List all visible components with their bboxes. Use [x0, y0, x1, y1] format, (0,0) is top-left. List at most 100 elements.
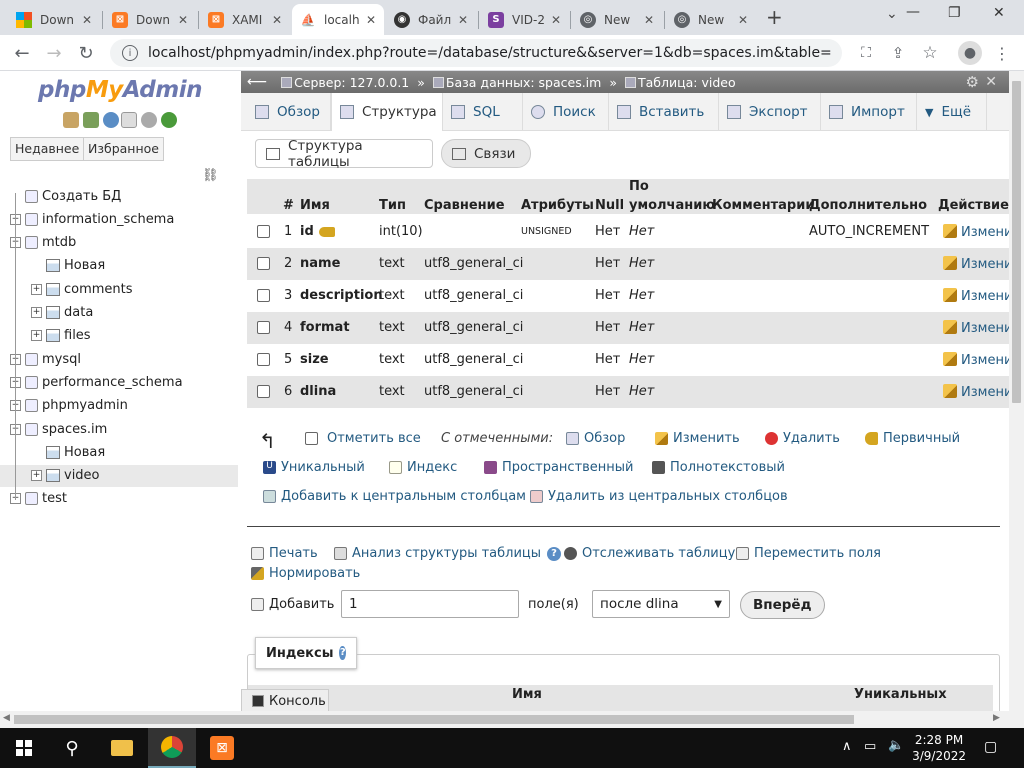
column-count-input[interactable]: 1 — [341, 590, 519, 618]
collapse-arrow-icon[interactable]: ⟵ — [247, 74, 267, 90]
close-icon[interactable]: ✕ — [985, 74, 997, 90]
back-icon[interactable]: ← — [10, 41, 34, 65]
row-checkbox[interactable] — [257, 321, 270, 334]
normalize-link[interactable]: Нормировать — [251, 566, 360, 581]
browser-tab[interactable]: ⊠ XAMI ✕ — [200, 4, 290, 35]
tree-item[interactable]: Новая — [0, 255, 238, 277]
tab-search[interactable]: Поиск — [523, 93, 609, 131]
change-column-link[interactable]: Измени — [943, 224, 1009, 240]
site-info-icon[interactable]: i — [122, 45, 138, 61]
close-tab-icon[interactable]: ✕ — [452, 13, 468, 27]
tree-item-label[interactable]: information_schema — [42, 212, 174, 227]
expand-icon[interactable]: + — [31, 330, 42, 342]
tab-import[interactable]: Импорт — [821, 93, 917, 131]
bulk-index-button[interactable]: Индекс — [389, 460, 457, 475]
change-column-link[interactable]: Измени — [943, 288, 1009, 304]
reload-icon[interactable]: ↻ — [74, 41, 98, 65]
track-table-link[interactable]: Отслеживать таблицу — [564, 546, 735, 561]
start-button[interactable] — [0, 728, 48, 768]
console-toggle[interactable]: Консоль — [241, 689, 329, 711]
url-bar[interactable]: i localhost/phpmyadmin/index.php?route=/… — [110, 39, 842, 67]
row-checkbox[interactable] — [257, 385, 270, 398]
profile-avatar[interactable]: ● — [958, 41, 982, 65]
bulk-change-button[interactable]: Изменить — [655, 431, 740, 446]
tree-item[interactable]: −mtdb — [0, 232, 238, 254]
horizontal-scrollbar[interactable]: ◀ ▶ — [0, 711, 1024, 728]
browser-tab[interactable]: Down ✕ — [8, 4, 100, 35]
browser-tab-active[interactable]: ⛵ localh ✕ — [292, 4, 384, 35]
tree-item-label[interactable]: comments — [64, 282, 133, 297]
browser-tab[interactable]: ◎ New ✕ — [666, 4, 756, 35]
tree-item[interactable]: Новая — [0, 441, 238, 463]
go-button[interactable]: Вперёд — [740, 591, 825, 619]
tree-item[interactable]: + video — [0, 464, 238, 487]
bulk-unique-button[interactable]: U Уникальный — [263, 460, 365, 475]
tab-search-icon[interactable]: ⌄ — [886, 6, 898, 22]
tree-item-label[interactable]: Новая — [64, 445, 105, 460]
browser-tab[interactable]: ◎ New ✕ — [572, 4, 662, 35]
settings-gear-icon[interactable] — [141, 112, 157, 128]
xampp-taskbar-icon[interactable]: ⊠ — [198, 728, 246, 768]
bookmark-star-icon[interactable]: ☆ — [918, 41, 942, 65]
menu-kebab-icon[interactable]: ⋮ — [990, 41, 1014, 65]
close-tab-icon[interactable]: ✕ — [76, 13, 92, 27]
close-tab-icon[interactable]: ✕ — [545, 13, 561, 27]
change-column-link[interactable]: Измени — [943, 256, 1009, 272]
tree-item-label[interactable]: Новая — [64, 258, 105, 273]
bulk-primary-button[interactable]: Первичный — [865, 431, 960, 446]
link-icon[interactable]: ⛓ — [202, 168, 219, 183]
tray-chevron-icon[interactable]: ∧ — [842, 739, 852, 754]
browser-tab[interactable]: ⊠ Down ✕ — [104, 4, 196, 35]
tab-sql[interactable]: SQL — [443, 93, 523, 131]
minimize-button[interactable]: — — [906, 4, 920, 20]
tree-item-label[interactable]: data — [64, 305, 93, 320]
tree-item[interactable]: +phpmyadmin — [0, 395, 238, 417]
logout-icon[interactable] — [83, 112, 99, 128]
help-icon[interactable]: ? — [339, 646, 346, 660]
close-tab-icon[interactable]: ✕ — [360, 13, 376, 27]
check-all-label[interactable]: Отметить все — [327, 431, 421, 446]
volume-icon[interactable]: 🔈 — [888, 738, 904, 753]
expand-icon[interactable]: + — [31, 283, 42, 295]
network-icon[interactable]: ▭ — [864, 739, 876, 754]
bulk-drop-button[interactable]: Удалить — [765, 431, 840, 446]
scroll-left-icon[interactable]: ◀ — [3, 713, 10, 723]
indexes-toggle[interactable]: Индексы? — [255, 637, 357, 669]
crumb-table[interactable]: Таблица: video — [624, 75, 736, 90]
scroll-right-icon[interactable]: ▶ — [993, 713, 1000, 723]
checkbox[interactable] — [305, 432, 318, 445]
tab-more[interactable]: ▼ Ещё — [917, 93, 987, 131]
docs-icon[interactable] — [121, 112, 137, 128]
bulk-spatial-button[interactable]: Пространственный — [484, 460, 634, 475]
tree-item-label[interactable]: files — [64, 328, 91, 343]
subtab-relations[interactable]: Связи — [441, 139, 531, 168]
expand-icon[interactable]: + — [31, 307, 42, 318]
help-icon[interactable] — [103, 112, 119, 128]
favorites-tab[interactable]: Избранное — [83, 137, 164, 161]
tree-item[interactable]: + files — [0, 325, 238, 347]
scroll-thumb[interactable] — [1012, 81, 1021, 403]
forward-icon[interactable]: → — [42, 41, 66, 65]
tab-browse[interactable]: Обзор — [247, 93, 331, 131]
crumb-server[interactable]: Сервер: 127.0.0.1 — [281, 75, 409, 90]
close-tab-icon[interactable]: ✕ — [638, 13, 654, 27]
change-column-link[interactable]: Измени — [943, 384, 1009, 400]
add-central-columns-button[interactable]: Добавить к центральным столбцам — [263, 489, 526, 504]
tree-item[interactable]: +test — [0, 488, 238, 510]
row-checkbox[interactable] — [257, 289, 270, 302]
search-icon[interactable]: ⚲ — [48, 728, 96, 768]
position-select[interactable]: после dlina ▼ — [592, 590, 730, 618]
browser-tab[interactable]: S VID-2 ✕ — [480, 4, 568, 35]
expand-icon[interactable]: + — [31, 470, 42, 482]
row-checkbox[interactable] — [257, 257, 270, 270]
tree-item-label[interactable]: phpmyadmin — [42, 398, 128, 413]
maximize-button[interactable]: ❐ — [948, 5, 961, 21]
change-column-link[interactable]: Измени — [943, 320, 1009, 336]
tab-export[interactable]: Экспорт — [719, 93, 821, 131]
move-columns-link[interactable]: Переместить поля — [736, 546, 881, 561]
tree-item[interactable]: +information_schema — [0, 208, 238, 230]
tree-item-label[interactable]: mtdb — [42, 235, 76, 250]
file-explorer-icon[interactable] — [98, 728, 146, 768]
tree-item-label[interactable]: Создать БД — [42, 189, 121, 204]
close-tab-icon[interactable]: ✕ — [266, 13, 282, 27]
